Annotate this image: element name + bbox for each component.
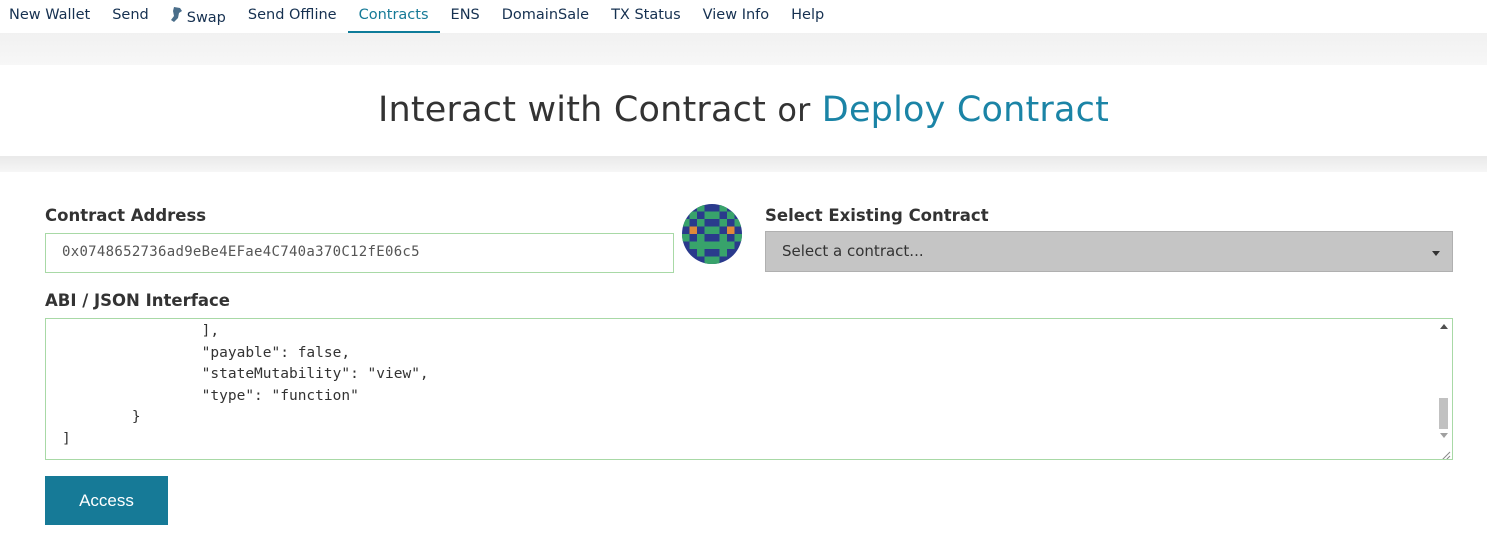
scroll-down-icon[interactable] xyxy=(1440,433,1448,438)
scroll-up-icon[interactable] xyxy=(1440,324,1448,329)
contract-address-input[interactable]: 0x0748652736ad9eBe4EFae4C740a370C12fE06c… xyxy=(45,233,674,273)
deploy-contract-link[interactable]: Deploy Contract xyxy=(822,90,1109,130)
nav-new-wallet[interactable]: New Wallet xyxy=(9,0,90,33)
nav-send[interactable]: Send xyxy=(112,0,149,33)
scroll-thumb[interactable] xyxy=(1439,398,1448,429)
abi-text: ], "payable": false, "stateMutability": … xyxy=(62,323,429,447)
nav-ens[interactable]: ENS xyxy=(451,0,480,33)
nav-tx-status[interactable]: TX Status xyxy=(611,0,681,33)
select-contract-value: Select a contract... xyxy=(782,242,924,260)
page-title-section: Interact with Contract or Deploy Contrac… xyxy=(0,65,1487,156)
nav-view-info[interactable]: View Info xyxy=(703,0,769,33)
identicon-blockie xyxy=(682,204,742,264)
top-nav: New Wallet Send Swap Send Offline Contra… xyxy=(0,0,1487,33)
nav-help[interactable]: Help xyxy=(791,0,824,33)
title-or: or xyxy=(777,91,811,129)
nav-contracts[interactable]: Contracts xyxy=(347,0,440,33)
contract-address-label: Contract Address xyxy=(45,206,207,225)
nav-swap-label: Swap xyxy=(186,10,226,26)
nav-domainsale[interactable]: DomainSale xyxy=(502,0,589,33)
nav-swap[interactable]: Swap xyxy=(170,0,226,33)
abi-label: ABI / JSON Interface xyxy=(45,291,230,310)
resize-grip-icon[interactable] xyxy=(1439,446,1451,459)
title-interact: Interact with Contract xyxy=(377,90,766,130)
caret-down-icon xyxy=(1432,251,1440,256)
title-shadow-band xyxy=(0,156,1487,172)
abi-textarea[interactable]: ], "payable": false, "stateMutability": … xyxy=(45,318,1453,460)
access-button[interactable]: Access xyxy=(45,476,168,525)
select-contract-dropdown[interactable]: Select a contract... xyxy=(765,231,1453,272)
header-shadow-band xyxy=(0,33,1487,65)
nav-send-offline[interactable]: Send Offline xyxy=(248,0,337,33)
page-title: Interact with Contract or Deploy Contrac… xyxy=(0,65,1487,156)
swap-icon xyxy=(170,7,182,26)
abi-scrollbar[interactable] xyxy=(1436,319,1452,459)
select-contract-label: Select Existing Contract xyxy=(765,206,989,225)
